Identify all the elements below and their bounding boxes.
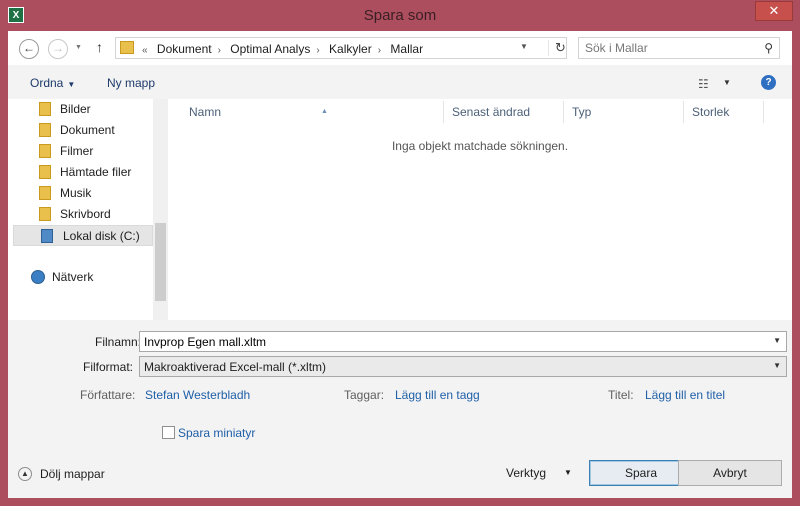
chevron-up-icon: ▲ bbox=[18, 467, 32, 481]
navigation-bar: ← → ▼ ↑ « Dokument › Optimal Analys › Kalk… bbox=[8, 31, 792, 65]
sidebar-item-filmer[interactable]: Filmer bbox=[39, 141, 162, 162]
hide-folders-label: Dölj mappar bbox=[40, 467, 105, 481]
column-header-modified[interactable]: Senast ändrad bbox=[444, 101, 564, 123]
breadcrumb: « Dokument › Optimal Analys › Kalkyler › Ma… bbox=[140, 42, 427, 56]
close-button[interactable]: ✕ bbox=[755, 1, 793, 21]
breadcrumb-overflow[interactable]: « bbox=[142, 45, 148, 56]
up-one-level-button[interactable]: ↑ bbox=[96, 39, 103, 55]
tools-button[interactable]: Verktyg ▼ bbox=[506, 466, 572, 480]
sort-ascending-icon: ▲ bbox=[321, 108, 328, 115]
documents-folder-icon bbox=[39, 123, 51, 137]
navigation-scrollbar[interactable] bbox=[153, 99, 168, 320]
tags-label: Taggar: bbox=[344, 388, 385, 402]
search-icon[interactable]: ⚲ bbox=[764, 41, 773, 55]
search-input[interactable] bbox=[579, 38, 761, 58]
sidebar-item-label: Dokument bbox=[60, 123, 115, 137]
chevron-right-icon[interactable]: › bbox=[316, 45, 319, 56]
add-tag-link[interactable]: Lägg till en tagg bbox=[395, 388, 480, 402]
column-header-type[interactable]: Typ bbox=[564, 101, 684, 123]
add-title-link[interactable]: Lägg till en titel bbox=[645, 388, 725, 402]
column-header-size[interactable]: Storlek bbox=[684, 101, 764, 123]
search-box[interactable]: ⚲ bbox=[578, 37, 780, 59]
filetype-dropdown-icon[interactable]: ▼ bbox=[773, 361, 781, 370]
sidebar-item-bilder[interactable]: Bilder bbox=[39, 99, 162, 120]
folder-icon bbox=[120, 41, 134, 54]
navigation-pane: Bilder Dokument Filmer Hämtade filer Mus… bbox=[8, 99, 153, 320]
breadcrumb-item-kalkyler[interactable]: Kalkyler bbox=[329, 42, 372, 56]
browser-pane: Bilder Dokument Filmer Hämtade filer Mus… bbox=[8, 99, 792, 320]
sidebar-item-label: Skrivbord bbox=[60, 207, 111, 221]
refresh-icon[interactable]: ↻ bbox=[548, 40, 566, 56]
breadcrumb-item-optimal-analys[interactable]: Optimal Analys bbox=[230, 42, 310, 56]
filename-dropdown-icon[interactable]: ▼ bbox=[773, 336, 781, 345]
sidebar-item-natverk[interactable]: Nätverk bbox=[31, 267, 154, 288]
breadcrumb-item-mallar[interactable]: Mallar bbox=[390, 42, 423, 56]
filetype-select[interactable]: Makroaktiverad Excel-mall (*.xltm) ▼ bbox=[139, 356, 787, 377]
sidebar-item-label: Hämtade filer bbox=[60, 165, 132, 179]
new-folder-button[interactable]: Ny mapp bbox=[107, 76, 155, 90]
column-header-label: Namn bbox=[189, 105, 222, 119]
sidebar-item-hamtade-filer[interactable]: Hämtade filer bbox=[39, 162, 162, 183]
title-label: Titel: bbox=[608, 388, 634, 402]
recent-locations-dropdown-icon[interactable]: ▼ bbox=[75, 44, 82, 51]
sidebar-item-label: Filmer bbox=[60, 144, 94, 158]
empty-message: Inga objekt matchade sökningen. bbox=[391, 139, 569, 153]
authors-label: Författare: bbox=[80, 388, 136, 402]
sidebar-item-skrivbord[interactable]: Skrivbord bbox=[39, 204, 162, 225]
authors-value[interactable]: Stefan Westerbladh bbox=[145, 388, 250, 402]
save-thumbnail-checkbox[interactable] bbox=[162, 426, 175, 439]
network-icon bbox=[31, 270, 45, 284]
videos-folder-icon bbox=[39, 144, 51, 158]
sidebar-item-label: Nätverk bbox=[52, 270, 94, 284]
view-options-icon[interactable]: ☷ bbox=[698, 77, 709, 91]
sidebar-item-label: Lokal disk (C:) bbox=[63, 229, 140, 243]
address-dropdown-icon[interactable]: ▼ bbox=[520, 42, 528, 51]
filetype-value: Makroaktiverad Excel-mall (*.xltm) bbox=[144, 360, 327, 374]
title-bar[interactable]: X Spara som ✕ bbox=[0, 0, 800, 32]
tools-label: Verktyg bbox=[506, 466, 547, 480]
breadcrumb-item-dokument[interactable]: Dokument bbox=[157, 42, 212, 56]
scrollbar-thumb[interactable] bbox=[155, 223, 166, 301]
filetype-label: Filformat: bbox=[83, 360, 134, 374]
save-thumbnail-label[interactable]: Spara miniatyr bbox=[178, 426, 255, 440]
music-folder-icon bbox=[39, 186, 51, 200]
dialog-client-area: ← → ▼ ↑ « Dokument › Optimal Analys › Kalk… bbox=[8, 31, 792, 498]
forward-button[interactable]: → bbox=[48, 39, 68, 59]
organize-button[interactable]: Ordna ▼ bbox=[30, 76, 75, 90]
sidebar-item-label: Musik bbox=[60, 186, 92, 200]
caret-down-icon: ▼ bbox=[564, 468, 572, 477]
file-list[interactable]: Namn ▲ Senast ändrad Typ Storlek Inga obj… bbox=[168, 99, 792, 320]
filename-input[interactable] bbox=[140, 332, 768, 351]
view-dropdown-icon[interactable]: ▼ bbox=[723, 78, 731, 87]
desktop-folder-icon bbox=[39, 207, 51, 221]
sidebar-item-label: Bilder bbox=[60, 102, 91, 116]
chevron-right-icon[interactable]: › bbox=[218, 45, 221, 56]
cancel-button[interactable]: Avbryt bbox=[678, 460, 782, 486]
sidebar-item-musik[interactable]: Musik bbox=[39, 183, 162, 204]
sidebar-item-lokal-disk[interactable]: Lokal disk (C:) bbox=[13, 225, 153, 246]
save-as-dialog: X Spara som ✕ ← → ▼ ↑ « Dokument › Optima… bbox=[0, 0, 800, 506]
back-button[interactable]: ← bbox=[19, 39, 39, 59]
caret-down-icon: ▼ bbox=[67, 80, 76, 89]
filename-field[interactable]: ▼ bbox=[139, 331, 787, 352]
filename-label: Filnamn: bbox=[95, 335, 142, 349]
address-bar[interactable]: « Dokument › Optimal Analys › Kalkyler › Ma… bbox=[115, 37, 567, 59]
chevron-right-icon[interactable]: › bbox=[378, 45, 381, 56]
command-bar: Ordna ▼ Ny mapp ☷ ▼ ? bbox=[8, 65, 792, 99]
help-icon[interactable]: ? bbox=[761, 75, 776, 90]
sidebar-item-dokument[interactable]: Dokument bbox=[39, 120, 162, 141]
downloads-folder-icon bbox=[39, 165, 51, 179]
column-header-name[interactable]: Namn ▲ bbox=[181, 101, 444, 123]
organize-label: Ordna bbox=[30, 76, 64, 90]
pictures-folder-icon bbox=[39, 102, 51, 116]
drive-icon bbox=[41, 229, 53, 243]
dialog-title: Spara som bbox=[363, 7, 437, 24]
